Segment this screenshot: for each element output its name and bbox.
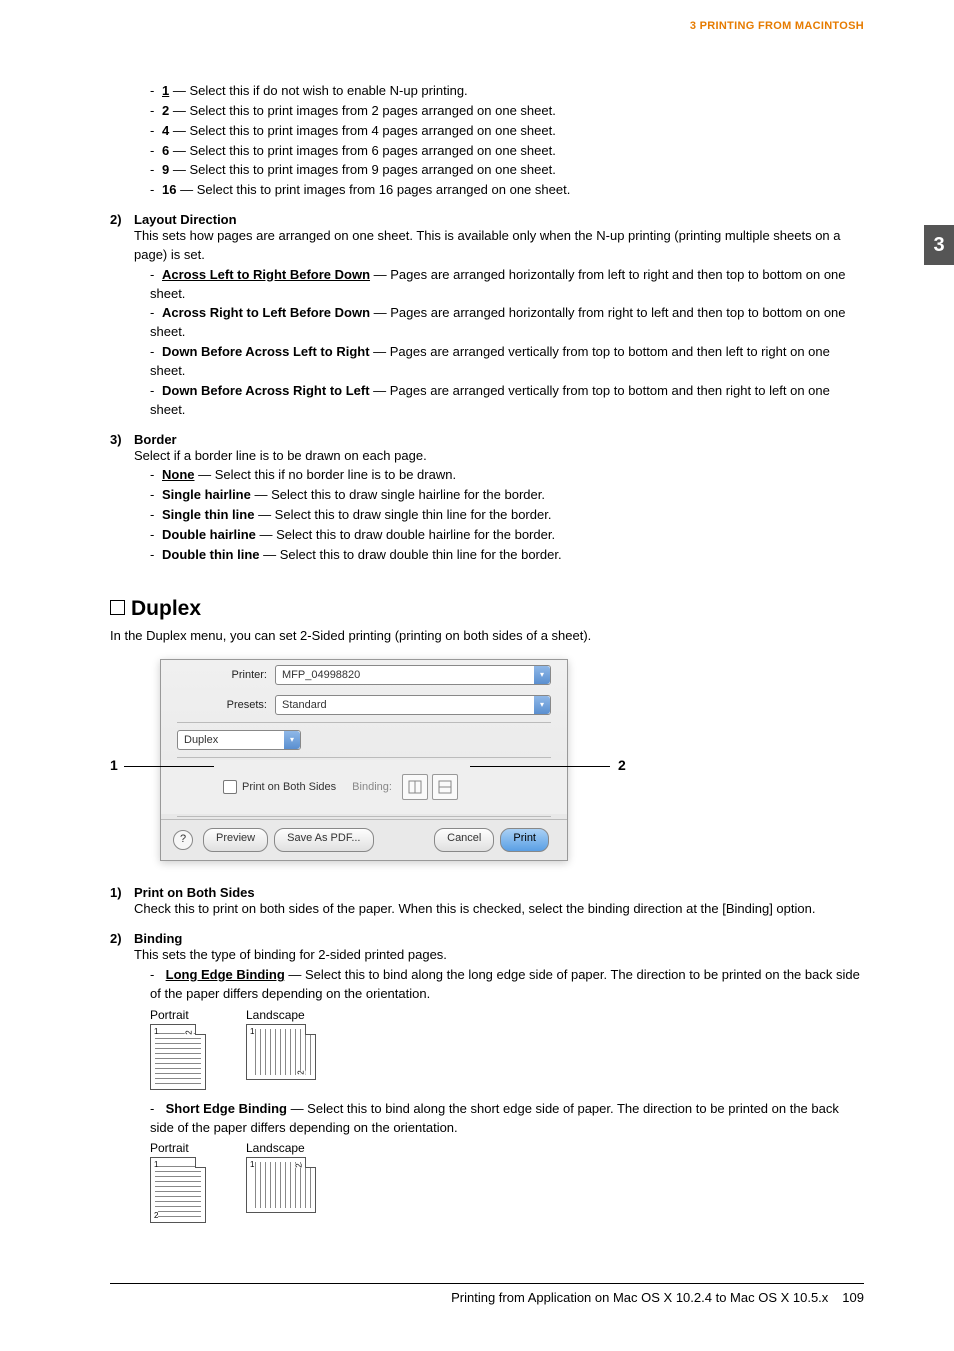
dropdown-arrow-icon: ▾ xyxy=(534,666,550,684)
cancel-button[interactable]: Cancel xyxy=(434,828,494,852)
print-dialog: Printer: MFP_04998820▾ Presets: Standard… xyxy=(160,659,568,861)
layout-direction-section: 2)Layout Direction This sets how pages a… xyxy=(110,212,864,419)
duplex-heading: Duplex xyxy=(110,597,864,621)
binding-label: Binding: xyxy=(352,781,392,793)
layout-direction-list: -Across Left to Right Before Down — Page… xyxy=(110,266,864,420)
print-both-sides-section: 1)Print on Both Sides Check this to prin… xyxy=(110,885,864,919)
long-edge-portrait-icon: 12 xyxy=(150,1024,206,1090)
duplex-intro: In the Duplex menu, you can set 2-Sided … xyxy=(110,627,864,646)
dropdown-arrow-icon: ▾ xyxy=(284,731,300,749)
presets-select[interactable]: Standard▾ xyxy=(275,695,551,715)
preview-button[interactable]: Preview xyxy=(203,828,268,852)
presets-label: Presets: xyxy=(177,699,275,711)
dropdown-arrow-icon: ▾ xyxy=(534,696,550,714)
list-item: -6 — Select this to print images from 6 … xyxy=(150,142,864,161)
save-as-pdf-button[interactable]: Save As PDF... xyxy=(274,828,373,852)
callout-1: 1 xyxy=(110,757,118,773)
print-button[interactable]: Print xyxy=(500,828,549,852)
print-both-sides-checkbox[interactable] xyxy=(223,780,237,794)
printer-select[interactable]: MFP_04998820▾ xyxy=(275,665,551,685)
border-list: -None — Select this if no border line is… xyxy=(110,466,864,564)
short-edge-orientation-figures: Portrait 12 Landscape 12 xyxy=(150,1141,864,1223)
pane-select[interactable]: Duplex▾ xyxy=(177,730,301,750)
border-section: 3)Border Select if a border line is to b… xyxy=(110,432,864,565)
short-edge-binding-item: - Short Edge Binding — Select this to bi… xyxy=(150,1100,864,1138)
help-button[interactable]: ? xyxy=(173,830,193,850)
short-edge-portrait-icon: 12 xyxy=(150,1157,206,1223)
list-item: -Down Before Across Right to Left — Page… xyxy=(150,382,864,420)
callout-2: 2 xyxy=(618,757,626,773)
header-breadcrumb: 3 PRINTING FROM MACINTOSH xyxy=(110,20,864,32)
nup-option-list: -1 — Select this if do not wish to enabl… xyxy=(110,82,864,200)
printer-label: Printer: xyxy=(177,669,275,681)
list-item: -Across Right to Left Before Down — Page… xyxy=(150,304,864,342)
list-item: -2 — Select this to print images from 2 … xyxy=(150,102,864,121)
binding-section: 2)Binding This sets the type of binding … xyxy=(110,931,864,1223)
list-item: -16 — Select this to print images from 1… xyxy=(150,181,864,200)
list-item: -None — Select this if no border line is… xyxy=(150,466,864,485)
list-item: -Across Left to Right Before Down — Page… xyxy=(150,266,864,304)
list-item: -4 — Select this to print images from 4 … xyxy=(150,122,864,141)
short-edge-landscape-icon: 12 xyxy=(246,1157,316,1213)
list-item: -9 — Select this to print images from 9 … xyxy=(150,161,864,180)
list-item: -Double thin line — Select this to draw … xyxy=(150,546,864,565)
list-item: -Double hairline — Select this to draw d… xyxy=(150,526,864,545)
list-item: -1 — Select this if do not wish to enabl… xyxy=(150,82,864,101)
long-edge-orientation-figures: Portrait 12 Landscape 12 xyxy=(150,1008,864,1090)
page-footer: Printing from Application on Mac OS X 10… xyxy=(110,1283,864,1305)
print-both-sides-label: Print on Both Sides xyxy=(242,781,336,793)
long-edge-binding-item: - Long Edge Binding — Select this to bin… xyxy=(150,966,864,1004)
page-container: 3 PRINTING FROM MACINTOSH 3 -1 — Select … xyxy=(0,0,954,1345)
binding-long-edge-icon[interactable] xyxy=(402,774,428,800)
list-item: -Down Before Across Left to Right — Page… xyxy=(150,343,864,381)
chapter-tab: 3 xyxy=(924,225,954,265)
list-item: -Single thin line — Select this to draw … xyxy=(150,506,864,525)
list-item: -Single hairline — Select this to draw s… xyxy=(150,486,864,505)
dialog-figure: 1 2 Printer: MFP_04998820▾ Presets: Stan… xyxy=(160,659,864,861)
long-edge-landscape-icon: 12 xyxy=(246,1024,316,1080)
binding-short-edge-icon[interactable] xyxy=(432,774,458,800)
